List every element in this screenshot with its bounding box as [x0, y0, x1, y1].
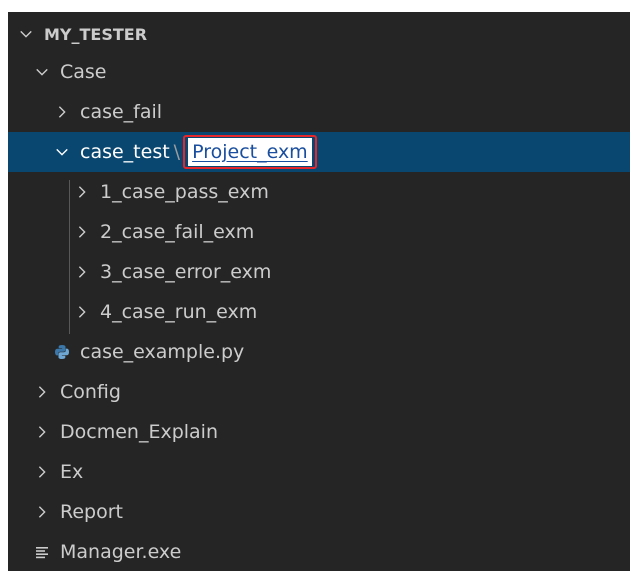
tree-item-case-test[interactable]: case_test \ Project_exm — [8, 132, 630, 172]
tree-item-label: Config — [60, 381, 121, 403]
lines-icon — [34, 544, 50, 560]
tree-item-3-case-error-exm[interactable]: 3_case_error_exm — [8, 252, 630, 292]
tree-item-label: Ex — [60, 461, 84, 483]
tree-item-4-case-run-exm[interactable]: 4_case_run_exm — [8, 292, 630, 332]
chevron-right-icon — [74, 264, 90, 280]
tree-item-1-case-pass-exm[interactable]: 1_case_pass_exm — [8, 172, 630, 212]
chevron-down-icon — [34, 64, 50, 80]
chevron-right-icon — [34, 464, 50, 480]
chevron-right-icon — [54, 104, 70, 120]
chevron-down-icon — [18, 26, 34, 42]
rename-input-box[interactable]: Project_exm — [183, 135, 317, 169]
file-explorer: MY_TESTER Case case_fail case_test \ Pro… — [8, 12, 630, 571]
path-separator: \ — [173, 141, 181, 163]
tree-item-docmen-explain[interactable]: Docmen_Explain — [8, 412, 630, 452]
chevron-right-icon — [74, 304, 90, 320]
root-label: MY_TESTER — [44, 24, 148, 44]
tree-item-label: case_example.py — [80, 341, 245, 363]
tree-item-case[interactable]: Case — [8, 52, 630, 92]
python-icon — [54, 344, 70, 360]
tree-item-ex[interactable]: Ex — [8, 452, 630, 492]
chevron-right-icon — [34, 504, 50, 520]
chevron-right-icon — [34, 384, 50, 400]
tree-item-label: Report — [60, 501, 123, 523]
tree-item-label: 4_case_run_exm — [100, 301, 258, 323]
tree-item-case-example-py[interactable]: case_example.py — [8, 332, 630, 372]
tree-item-label: Manager.exe — [60, 541, 182, 563]
chevron-down-icon — [54, 144, 70, 160]
explorer-root-folder[interactable]: MY_TESTER — [8, 14, 630, 54]
tree-item-config[interactable]: Config — [8, 372, 630, 412]
tree-item-label: 1_case_pass_exm — [100, 181, 269, 203]
tree-item-label: case_test — [80, 141, 170, 163]
tree-item-label: 2_case_fail_exm — [100, 221, 255, 243]
tree-item-label: Docmen_Explain — [60, 421, 218, 443]
tree-item-manager-exe[interactable]: Manager.exe — [8, 532, 630, 571]
chevron-right-icon — [74, 184, 90, 200]
tree-item-label: 3_case_error_exm — [100, 261, 272, 283]
chevron-right-icon — [74, 224, 90, 240]
tree-item-label: Case — [60, 61, 107, 83]
tree-item-label: case_fail — [80, 101, 163, 123]
rename-input[interactable]: Project_exm — [188, 138, 312, 166]
chevron-right-icon — [34, 424, 50, 440]
tree-item-report[interactable]: Report — [8, 492, 630, 532]
tree-item-case-fail[interactable]: case_fail — [8, 92, 630, 132]
tree-item-2-case-fail-exm[interactable]: 2_case_fail_exm — [8, 212, 630, 252]
